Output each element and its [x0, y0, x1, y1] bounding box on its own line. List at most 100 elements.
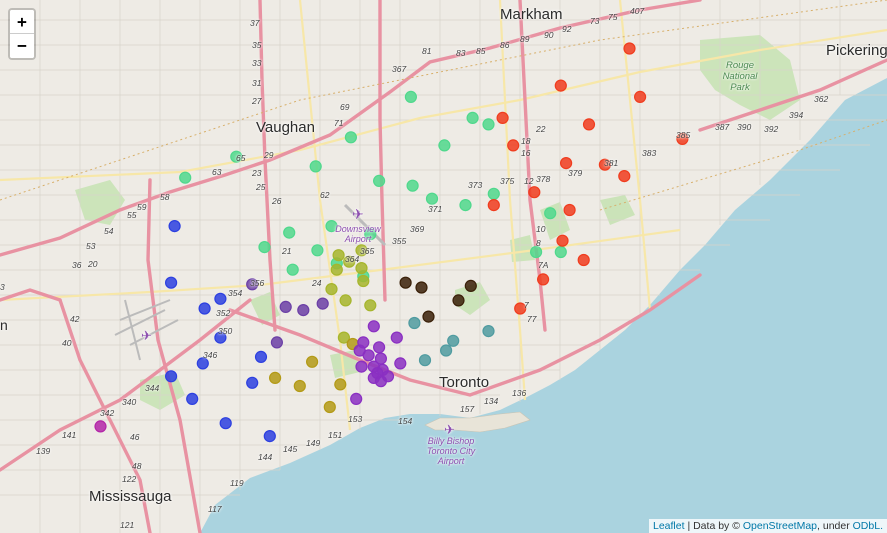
downsview-runway	[343, 203, 387, 247]
cluster-marker-olive[interactable]	[343, 255, 356, 268]
cluster-marker-gold[interactable]	[323, 400, 336, 414]
cluster-marker-blue[interactable]	[246, 376, 259, 389]
cluster-marker-green[interactable]	[286, 263, 299, 276]
cluster-marker-olive[interactable]	[357, 274, 370, 288]
basemap-tiles[interactable]	[0, 0, 887, 533]
cluster-marker-green[interactable]	[406, 179, 419, 192]
cluster-marker-green[interactable]	[364, 228, 377, 241]
cluster-marker-red[interactable]	[623, 42, 636, 55]
cluster-marker-purple[interactable]	[350, 392, 363, 405]
cluster-marker-purple[interactable]	[390, 331, 403, 344]
cluster-marker-blue[interactable]	[263, 430, 276, 443]
cluster-marker-teal[interactable]	[440, 344, 453, 357]
cluster-marker-purple[interactable]	[373, 341, 386, 354]
cluster-marker-red[interactable]	[577, 253, 590, 267]
cluster-marker-blue[interactable]	[198, 302, 211, 315]
cluster-marker-teal[interactable]	[418, 354, 432, 367]
cluster-marker-gold[interactable]	[269, 371, 282, 384]
cluster-marker-violet[interactable]	[270, 336, 283, 349]
cluster-marker-red[interactable]	[496, 111, 509, 125]
cluster-marker-violet[interactable]	[316, 297, 329, 310]
cluster-marker-green[interactable]	[325, 220, 338, 233]
leaflet-link[interactable]: Leaflet	[653, 520, 685, 532]
cluster-marker-blue[interactable]	[168, 220, 181, 233]
cluster-marker-green[interactable]	[258, 241, 271, 254]
cluster-marker-black[interactable]	[452, 294, 465, 307]
cluster-marker-olive[interactable]	[364, 299, 377, 312]
cluster-marker-black[interactable]	[415, 281, 428, 294]
cluster-marker-purple[interactable]	[355, 360, 368, 373]
cluster-marker-purple[interactable]	[374, 375, 387, 388]
zoom-in-button[interactable]: +	[10, 10, 34, 34]
attribution-text-under: , under	[817, 520, 850, 532]
cluster-marker-red[interactable]	[554, 79, 567, 92]
cluster-marker-purple[interactable]	[394, 357, 407, 370]
cluster-marker-olive[interactable]	[355, 244, 368, 257]
cluster-marker-olive[interactable]	[355, 262, 368, 275]
zoom-out-button[interactable]: −	[10, 34, 34, 58]
cluster-marker-green[interactable]	[466, 111, 479, 125]
cluster-marker-purple[interactable]	[362, 349, 375, 362]
cluster-marker-green[interactable]	[438, 139, 451, 152]
cluster-marker-red[interactable]	[507, 139, 520, 152]
cluster-marker-red[interactable]	[536, 273, 550, 286]
cluster-marker-green[interactable]	[311, 244, 324, 257]
cluster-marker-green[interactable]	[179, 171, 192, 184]
cluster-marker-red[interactable]	[676, 132, 689, 145]
cluster-marker-blue[interactable]	[186, 392, 199, 405]
cluster-marker-violet[interactable]	[279, 300, 292, 313]
cluster-marker-blue[interactable]	[254, 350, 268, 363]
cluster-marker-red[interactable]	[487, 199, 500, 212]
cluster-marker-red[interactable]	[528, 186, 541, 199]
cluster-marker-green[interactable]	[373, 174, 386, 187]
cluster-marker-teal[interactable]	[482, 325, 495, 338]
cluster-marker-red[interactable]	[582, 118, 596, 131]
cluster-marker-black[interactable]	[399, 276, 412, 289]
cluster-marker-blue[interactable]	[165, 370, 178, 383]
cluster-marker-purple[interactable]	[367, 320, 380, 333]
cluster-marker-teal[interactable]	[408, 316, 421, 330]
cluster-marker-gold[interactable]	[293, 379, 306, 393]
cluster-marker-green[interactable]	[554, 245, 567, 259]
cluster-marker-green[interactable]	[529, 245, 543, 259]
cluster-marker-teal[interactable]	[447, 334, 460, 347]
cluster-marker-red[interactable]	[563, 203, 576, 217]
cluster-marker-green[interactable]	[487, 187, 500, 200]
cluster-marker-olive[interactable]	[332, 249, 345, 262]
cluster-marker-violet[interactable]	[246, 278, 259, 291]
cluster-marker-green[interactable]	[425, 192, 439, 205]
cluster-marker-olive[interactable]	[330, 263, 343, 276]
cluster-marker-blue[interactable]	[219, 417, 232, 430]
cluster-marker-red[interactable]	[559, 157, 573, 170]
map-container[interactable]: Markham Vaughan Pickering Mississauga To…	[0, 0, 887, 533]
cluster-marker-green[interactable]	[230, 150, 243, 163]
cluster-marker-black[interactable]	[422, 310, 435, 323]
cluster-marker-green[interactable]	[459, 199, 472, 212]
cluster-marker-green[interactable]	[404, 90, 417, 104]
cluster-marker-red[interactable]	[618, 170, 631, 183]
odbl-link[interactable]: ODbL.	[853, 520, 883, 532]
cluster-marker-green[interactable]	[544, 207, 557, 220]
cluster-marker-olive[interactable]	[339, 294, 352, 307]
cluster-marker-blue[interactable]	[214, 331, 227, 344]
cluster-marker-blue[interactable]	[196, 357, 209, 370]
cluster-marker-black[interactable]	[464, 279, 477, 292]
openstreetmap-link[interactable]: OpenStreetMap	[743, 520, 817, 532]
cluster-marker-magenta[interactable]	[94, 420, 107, 433]
zoom-control: + −	[8, 8, 36, 60]
cluster-marker-gold[interactable]	[334, 378, 347, 391]
cluster-marker-blue[interactable]	[214, 292, 227, 305]
cluster-marker-red[interactable]	[514, 302, 527, 315]
cluster-marker-blue[interactable]	[165, 276, 178, 289]
attribution-bar: Leaflet | Data by © OpenStreetMap, under…	[649, 519, 887, 533]
cluster-marker-red[interactable]	[633, 90, 647, 104]
cluster-marker-green[interactable]	[482, 118, 495, 131]
cluster-marker-green[interactable]	[283, 226, 296, 239]
cluster-marker-olive[interactable]	[325, 283, 338, 296]
cluster-marker-green[interactable]	[344, 131, 357, 144]
cluster-marker-violet[interactable]	[297, 304, 310, 317]
cluster-marker-green[interactable]	[309, 160, 322, 173]
cluster-marker-gold[interactable]	[306, 355, 319, 368]
cluster-marker-red[interactable]	[556, 234, 569, 247]
cluster-marker-red[interactable]	[598, 158, 612, 171]
